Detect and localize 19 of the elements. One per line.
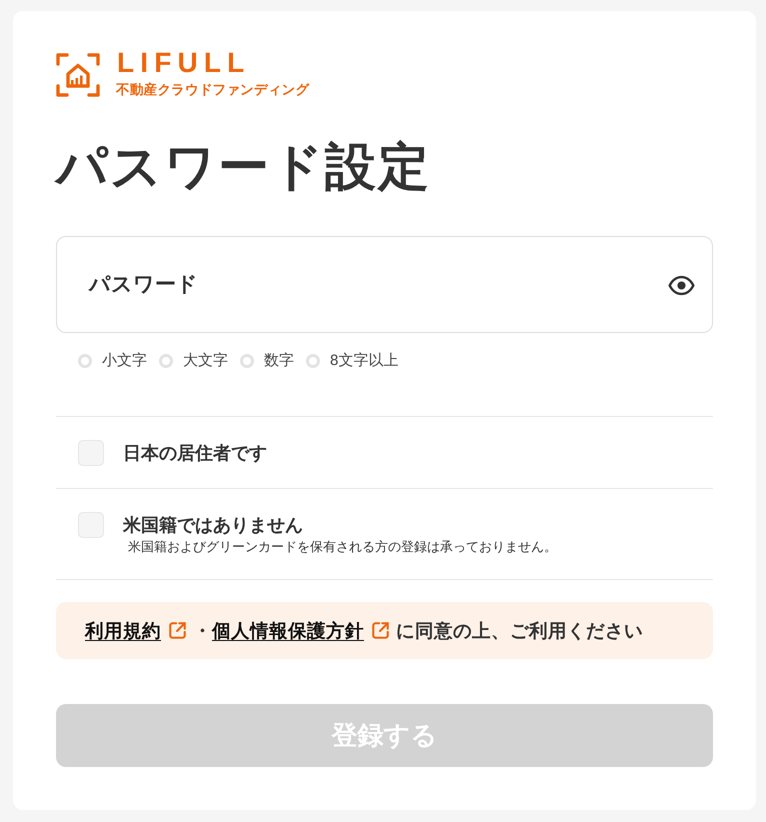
rule-label: 大文字 <box>183 351 228 371</box>
document-link[interactable]: 利用規約 <box>85 620 161 641</box>
checkbox-note: 米国籍およびグリーンカードを保有される方の登録は承っておりません。 <box>127 538 557 556</box>
document-link[interactable]: 個人情報保護方針 <box>212 620 364 641</box>
logo-wordmark: LIFULL <box>117 52 250 74</box>
password-field[interactable]: パスワード <box>56 236 713 333</box>
checkbox[interactable] <box>78 440 104 466</box>
logo-icon <box>56 53 100 97</box>
logo-tagline: 不動産クラウドファンディング <box>116 82 310 98</box>
agreement-text: 利用規約 ・個人情報保護方針 に同意の上、ご利用ください <box>85 619 644 643</box>
external-link-icon <box>168 621 187 640</box>
checkbox[interactable] <box>78 512 104 538</box>
rule-label: 8文字以上 <box>330 351 398 371</box>
page-title: パスワード設定 <box>56 137 432 197</box>
rule-label: 数字 <box>264 351 294 371</box>
checkbox-label: 米国籍ではありません <box>123 514 304 537</box>
checkbox-label: 日本の居住者です <box>123 442 267 465</box>
rule-label: 小文字 <box>102 351 147 371</box>
external-link-icon <box>371 621 390 640</box>
